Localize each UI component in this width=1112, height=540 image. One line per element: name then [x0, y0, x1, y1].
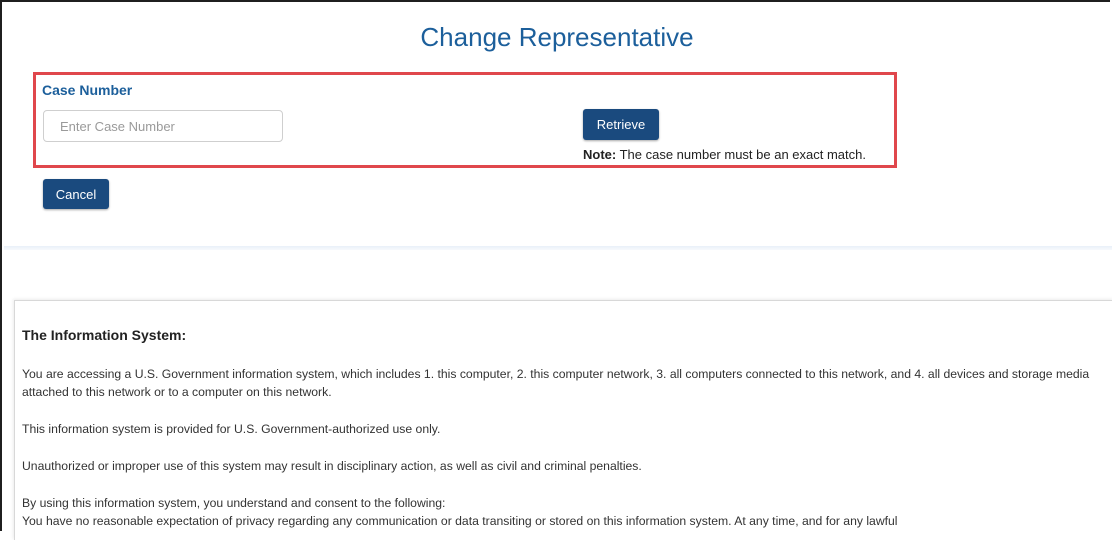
cancel-button[interactable]: Cancel	[43, 179, 109, 209]
info-paragraph: Unauthorized or improper use of this sys…	[22, 459, 642, 473]
info-paragraph: This information system is provided for …	[22, 422, 441, 436]
note-text: The case number must be an exact match.	[616, 147, 866, 162]
app-window: Change Representative Case Number Retrie…	[0, 0, 1112, 540]
info-paragraph: By using this information system, you un…	[22, 496, 446, 510]
page-title: Change Representative	[420, 22, 694, 52]
case-number-note: Note: The case number must be an exact m…	[583, 147, 866, 162]
info-paragraph: You have no reasonable expectation of pr…	[22, 514, 898, 528]
section-divider	[4, 246, 1112, 250]
info-paragraph: You are accessing a U.S. Government info…	[22, 367, 1090, 399]
case-number-input[interactable]	[43, 110, 283, 142]
information-system-title: The Information System:	[22, 327, 187, 343]
case-number-label: Case Number	[42, 82, 133, 98]
retrieve-button[interactable]: Retrieve	[583, 109, 659, 140]
note-prefix: Note:	[583, 147, 617, 162]
